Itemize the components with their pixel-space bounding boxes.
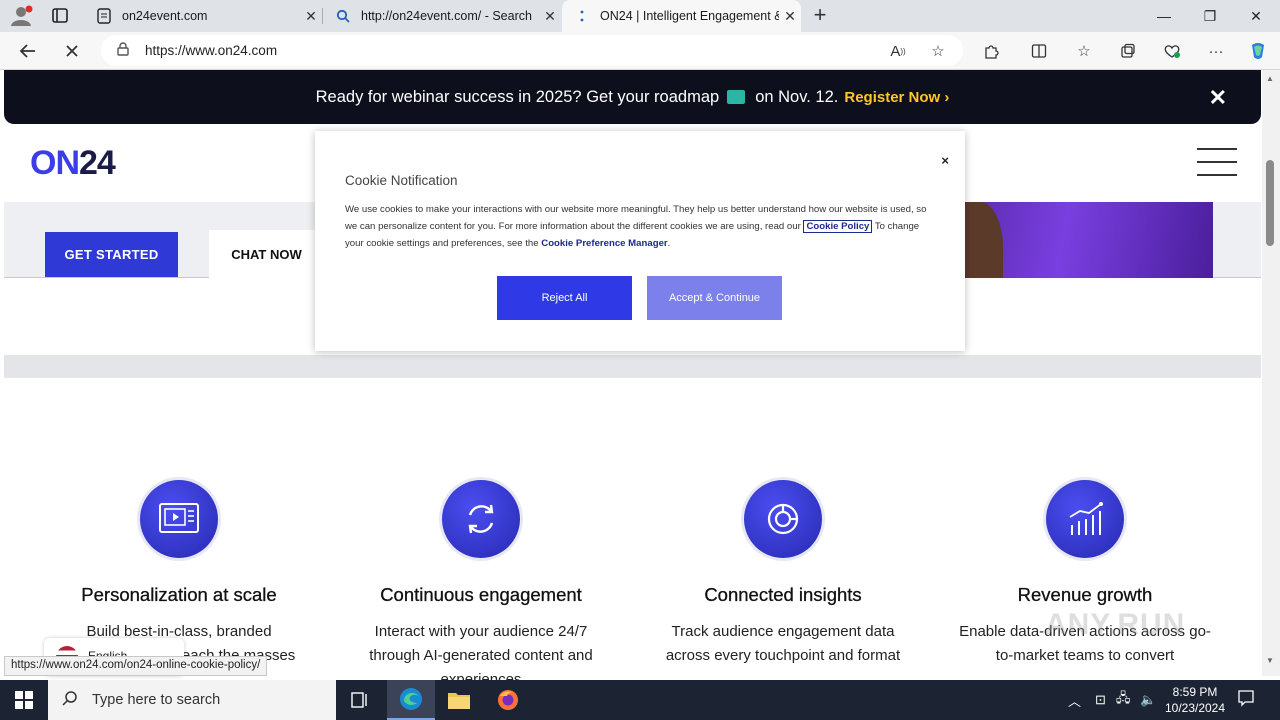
banner-text: Ready for webinar success in 2025? Get y… <box>315 87 720 106</box>
browser-tab-bar: on24event.com ✕ http://on24event.com/ - … <box>0 0 1280 32</box>
cycle-icon <box>442 480 520 558</box>
profile-icon[interactable] <box>8 4 34 28</box>
clock-date: 10/23/2024 <box>1164 701 1226 715</box>
address-bar[interactable]: https://www.on24.com <box>101 35 963 66</box>
favorites-icon[interactable]: ☆ <box>1071 38 1097 64</box>
tab-on24-active[interactable]: ON24 | Intelligent Engagement & ✕ <box>562 0 801 32</box>
accept-continue-button[interactable]: Accept & Continue <box>647 276 782 320</box>
feature-title: Personalization at scale <box>81 584 277 605</box>
system-tray: ︿ ⊡ 🖧 🔈 <box>1068 680 1157 720</box>
get-started-button[interactable]: GET STARTED <box>45 232 178 277</box>
cookie-dialog: × Cookie Notification We use cookies to … <box>315 131 965 351</box>
video-icon <box>140 480 218 558</box>
restore-icon[interactable]: ❐ <box>1187 0 1233 32</box>
on24-logo[interactable]: ON24 <box>30 144 116 183</box>
notification-icon[interactable] <box>1235 689 1257 711</box>
extensions-icon[interactable] <box>978 38 1004 64</box>
logo-24: 24 <box>79 144 116 182</box>
copilot-icon[interactable] <box>1245 38 1271 64</box>
feature-title: Revenue growth <box>1017 584 1153 605</box>
windows-taskbar: Type here to search ︿ ⊡ 🖧 🔈 8:59 PM 10/2… <box>0 680 1280 720</box>
feature-title: Connected insights <box>704 584 862 605</box>
meet-now-icon[interactable]: ⊡ <box>1095 692 1106 708</box>
browser-essentials-icon[interactable] <box>1159 38 1185 64</box>
tab-title: http://on24event.com/ - Search <box>361 9 532 23</box>
section-divider <box>4 355 1261 378</box>
hero-image <box>965 202 1213 278</box>
more-options-icon[interactable]: ··· <box>1203 38 1229 64</box>
watermark: ANY.RUN <box>1045 608 1186 641</box>
task-view-icon[interactable] <box>336 680 384 720</box>
scroll-down-icon[interactable]: ▼ <box>1266 656 1274 665</box>
lock-icon[interactable] <box>117 42 133 59</box>
register-now-link[interactable]: Register Now › <box>844 89 949 106</box>
page-scrollbar[interactable]: ▲ ▼ <box>1262 70 1280 676</box>
feature-description: Track audience engagement data across ev… <box>665 623 901 664</box>
close-tab-icon[interactable]: ✕ <box>779 8 801 25</box>
browser-toolbar: https://www.on24.com A)) ☆ ☆ ··· <box>0 32 1280 70</box>
growth-chart-icon <box>1046 480 1124 558</box>
logo-on: ON <box>30 144 80 182</box>
url-text[interactable]: https://www.on24.com <box>145 43 277 58</box>
search-placeholder: Type here to search <box>92 692 221 708</box>
cookie-text-3: . <box>667 238 671 249</box>
tab-actions-icon[interactable] <box>48 6 72 26</box>
stop-loading-icon[interactable] <box>57 36 87 66</box>
close-icon[interactable]: ✕ <box>1209 85 1227 111</box>
cookie-preference-manager-link[interactable]: Cookie Preference Manager <box>541 238 667 249</box>
banner-date: on Nov. 12. <box>755 87 839 106</box>
network-icon[interactable]: 🖧 <box>1116 689 1131 711</box>
cookie-title: Cookie Notification <box>345 173 458 188</box>
windows-start-icon[interactable] <box>0 680 48 720</box>
window-close-icon[interactable]: ✕ <box>1233 0 1279 32</box>
file-explorer-icon[interactable] <box>435 680 483 720</box>
promo-banner: Ready for webinar success in 2025? Get y… <box>4 70 1261 124</box>
feature-title: Continuous engagement <box>380 584 582 605</box>
read-aloud-icon[interactable]: A)) <box>885 38 911 64</box>
status-bar-url: https://www.on24.com/on24-online-cookie-… <box>4 656 268 676</box>
feature-insights: Connected insights Track audience engage… <box>633 480 933 668</box>
close-icon[interactable]: × <box>941 153 949 168</box>
minimize-icon[interactable]: — <box>1141 0 1187 32</box>
scroll-up-icon[interactable]: ▲ <box>1266 74 1274 83</box>
clock-time: 8:59 PM <box>1172 685 1218 699</box>
tab-title: ON24 | Intelligent Engagement & <box>600 9 779 23</box>
new-tab-icon[interactable]: + <box>808 4 832 28</box>
chat-now-button[interactable]: CHAT NOW <box>209 230 324 278</box>
search-icon <box>62 690 78 711</box>
pie-chart-icon <box>744 480 822 558</box>
close-tab-icon[interactable]: ✕ <box>300 8 322 25</box>
loading-icon <box>574 8 590 24</box>
back-icon[interactable] <box>13 36 43 66</box>
menu-icon[interactable] <box>1197 148 1237 176</box>
tab-title: on24event.com <box>122 9 208 23</box>
chevron-up-icon[interactable]: ︿ <box>1068 691 1081 710</box>
collections-icon[interactable] <box>1115 38 1141 64</box>
cookie-policy-link[interactable]: Cookie Policy <box>803 220 873 233</box>
scrollbar-thumb[interactable] <box>1266 160 1274 246</box>
search-icon <box>335 8 351 24</box>
split-screen-icon[interactable] <box>1026 38 1052 64</box>
close-tab-icon[interactable]: ✕ <box>539 8 561 25</box>
system-clock[interactable]: 8:59 PM 10/23/2024 <box>1160 684 1230 716</box>
tab-on24event[interactable]: on24event.com ✕ <box>84 0 322 32</box>
reject-all-button[interactable]: Reject All <box>497 276 632 320</box>
volume-icon[interactable]: 🔈 <box>1140 692 1156 708</box>
book-icon <box>727 90 746 104</box>
page-icon <box>96 8 112 24</box>
edge-browser-icon[interactable] <box>387 680 435 720</box>
taskbar-search[interactable]: Type here to search <box>48 680 336 720</box>
tab-search[interactable]: http://on24event.com/ - Search ✕ <box>323 0 561 32</box>
favorite-star-icon[interactable]: ☆ <box>925 38 951 64</box>
firefox-icon[interactable] <box>484 680 532 720</box>
feature-engagement: Continuous engagement Interact with your… <box>331 480 631 692</box>
cookie-description: We use cookies to make your interactions… <box>345 201 935 252</box>
